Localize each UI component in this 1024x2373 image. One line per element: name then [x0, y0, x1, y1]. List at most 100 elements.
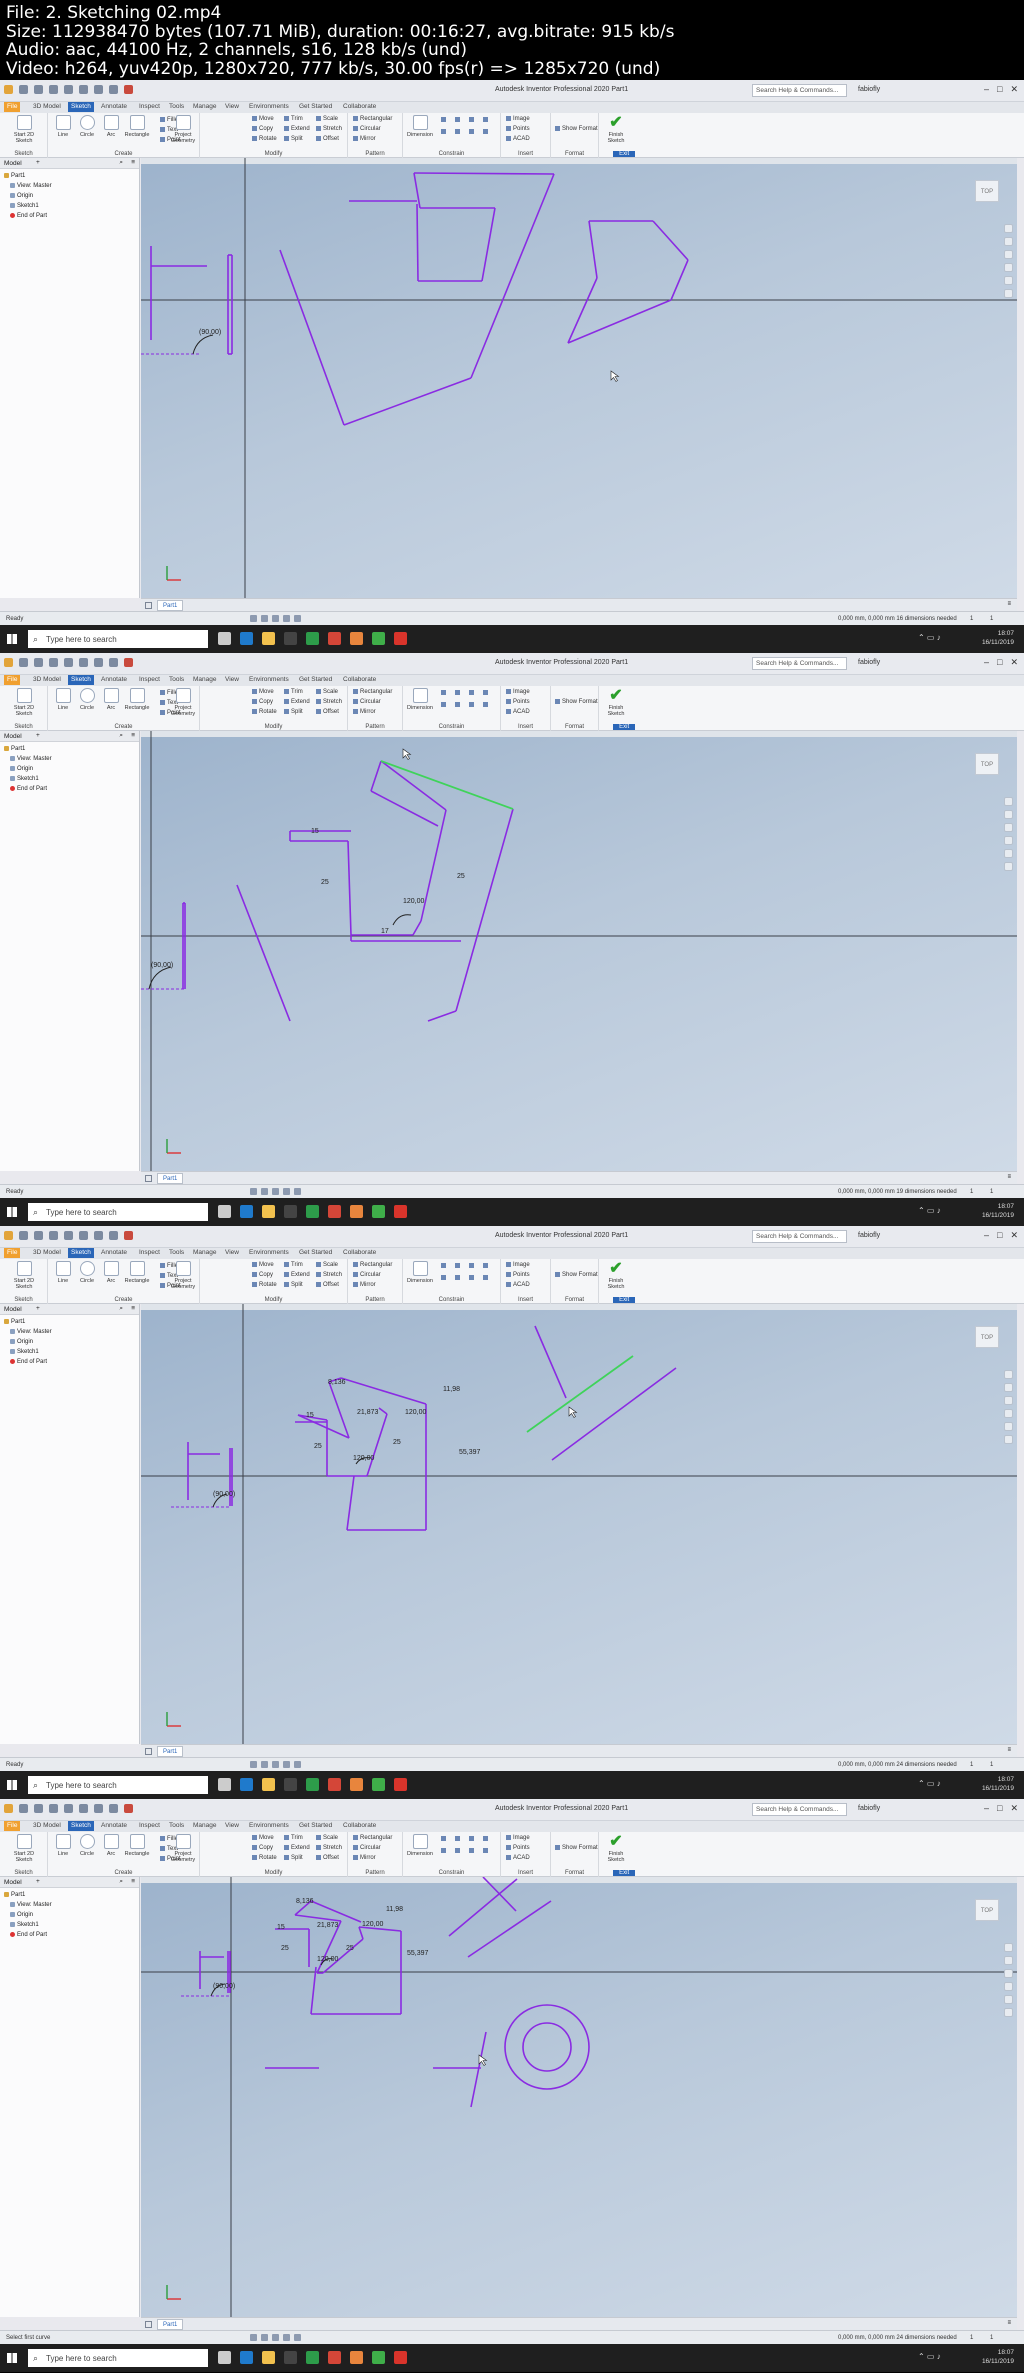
orbit-icon[interactable]	[1004, 836, 1013, 845]
windows-start-icon[interactable]	[7, 2353, 17, 2363]
stretch-button[interactable]: Stretch	[316, 699, 342, 705]
rotate-button[interactable]: Rotate	[252, 709, 277, 715]
tab-environments[interactable]: Environments	[246, 1822, 292, 1829]
constraint-collinear-icon[interactable]	[441, 1275, 448, 1281]
tab-annotate[interactable]: Annotate	[98, 676, 130, 683]
taskbar-clock[interactable]: 18:07 16/11/2019	[966, 629, 1014, 647]
sketch-line[interactable]	[366, 1413, 388, 1477]
angle-dimension-arc[interactable]	[148, 966, 172, 990]
split-button[interactable]: Split	[284, 709, 303, 715]
constraint-perpendicular-icon[interactable]	[455, 1275, 462, 1281]
steering-wheel-icon[interactable]	[1004, 224, 1013, 233]
sketch-line[interactable]	[413, 172, 555, 175]
tab-3d-model[interactable]: 3D Model	[30, 676, 64, 683]
arc-button[interactable]: Arc	[98, 115, 124, 138]
dimension-label[interactable]: (90,00)	[199, 329, 221, 336]
tab-menu-icon[interactable]: ≡	[1007, 1747, 1011, 1753]
navbar-menu-icon[interactable]	[1004, 2008, 1013, 2017]
new-file-icon[interactable]	[19, 1804, 28, 1813]
taskbar-search-input[interactable]: ⌕ Type here to search	[28, 1203, 208, 1221]
tab-collaborate[interactable]: Collaborate	[340, 103, 379, 110]
taskbar-clock[interactable]: 18:07 16/11/2019	[966, 1775, 1014, 1793]
sketch-line[interactable]	[481, 207, 496, 282]
taskbar-app-icon-4[interactable]	[284, 632, 297, 645]
steering-wheel-icon[interactable]	[1004, 797, 1013, 806]
taskbar-app-icon-6[interactable]	[328, 1205, 341, 1218]
open-file-icon[interactable]	[34, 85, 43, 94]
insert-acad-button[interactable]: ACAD	[506, 1855, 530, 1861]
user-account[interactable]: fabiofly	[858, 1805, 880, 1812]
show-constraints-icon[interactable]	[261, 1188, 268, 1195]
taskbar-app-icon-9[interactable]	[394, 632, 407, 645]
save-icon[interactable]	[49, 1804, 58, 1813]
taskbar-search-input[interactable]: ⌕ Type here to search	[28, 630, 208, 648]
taskbar-clock[interactable]: 18:07 16/11/2019	[966, 2348, 1014, 2366]
copy-button[interactable]: Copy	[252, 699, 273, 705]
browser-node-view[interactable]: View: Master	[4, 754, 135, 764]
help-search-input[interactable]: Search Help & Commands...	[752, 1803, 847, 1816]
highlighted-sketch-line[interactable]	[526, 1355, 634, 1433]
tab-annotate[interactable]: Annotate	[98, 1249, 130, 1256]
sketch-canvas[interactable]: (90,00) 8,136 21,873 15 25 25 120,00 11,98 120,0…	[141, 1304, 1017, 1744]
sketch-status-icon[interactable]	[283, 1188, 290, 1195]
stretch-button[interactable]: Stretch	[316, 126, 342, 132]
scale-button[interactable]: Scale	[316, 1835, 338, 1841]
start-sketch-button[interactable]: Start 2D Sketch	[11, 1834, 37, 1863]
tab-menu-icon[interactable]: ≡	[1007, 1174, 1011, 1180]
dimension-label[interactable]: 25	[321, 879, 329, 886]
trim-button[interactable]: Trim	[284, 1835, 303, 1841]
dimension-button[interactable]: Dimension	[405, 1834, 435, 1857]
show-format-button[interactable]: Show Format	[555, 126, 598, 132]
grid-snap-icon[interactable]	[250, 2334, 257, 2341]
sketch-line[interactable]	[279, 249, 345, 426]
sketch-line[interactable]	[294, 1914, 342, 1922]
pan-icon[interactable]	[1004, 237, 1013, 246]
arc-button[interactable]: Arc	[98, 1834, 124, 1857]
navbar-menu-icon[interactable]	[1004, 289, 1013, 298]
inventor-logo-icon[interactable]	[4, 658, 13, 667]
line-button[interactable]: Line	[50, 1261, 76, 1284]
dimension-button[interactable]: Dimension	[405, 1261, 435, 1284]
open-file-icon[interactable]	[34, 1231, 43, 1240]
taskbar-app-icon-9[interactable]	[394, 1778, 407, 1791]
constraint-perpendicular-icon[interactable]	[455, 1848, 462, 1854]
sketch-line[interactable]	[412, 920, 422, 936]
browser-node-view[interactable]: View: Master	[4, 1327, 135, 1337]
offset-button[interactable]: Offset	[316, 1282, 339, 1288]
show-dof-icon[interactable]	[272, 1188, 279, 1195]
sketch-line[interactable]	[236, 884, 291, 1022]
constraint-perpendicular-icon[interactable]	[455, 129, 462, 135]
project-geometry-button[interactable]: Project Geometry	[168, 688, 198, 717]
graphics-viewport[interactable]: (90,00) 8,136 21,873 15 25 25 120,00 11,98 120,0…	[141, 1304, 1017, 1744]
tab-3d-model[interactable]: 3D Model	[30, 1822, 64, 1829]
sketch-line[interactable]	[670, 259, 689, 301]
close-button[interactable]: ✕	[1010, 657, 1018, 668]
sketch-canvas[interactable]: (90,00)	[141, 158, 1017, 598]
undo-icon[interactable]	[64, 1231, 73, 1240]
dimension-label[interactable]: 11,98	[386, 1906, 403, 1913]
navbar-menu-icon[interactable]	[1004, 862, 1013, 871]
line-button[interactable]: Line	[50, 688, 76, 711]
browser-node-view[interactable]: View: Master	[4, 181, 135, 191]
tab-collaborate[interactable]: Collaborate	[340, 676, 379, 683]
constraint-parallel-icon[interactable]	[455, 117, 462, 123]
finish-sketch-button[interactable]: ✔ Finish Sketch	[603, 115, 629, 145]
sketch-line[interactable]	[588, 220, 598, 279]
insert-points-button[interactable]: Points	[506, 126, 530, 132]
mirror-button[interactable]: Mirror	[353, 136, 376, 142]
material-dropdown-icon[interactable]	[94, 1804, 103, 1813]
split-button[interactable]: Split	[284, 1282, 303, 1288]
finish-sketch-button[interactable]: ✔ Finish Sketch	[603, 1834, 629, 1864]
project-geometry-button[interactable]: Project Geometry	[168, 115, 198, 144]
tab-inspect[interactable]: Inspect	[136, 103, 163, 110]
rotate-button[interactable]: Rotate	[252, 1855, 277, 1861]
pan-icon[interactable]	[1004, 1383, 1013, 1392]
taskbar-app-icon-9[interactable]	[394, 2351, 407, 2364]
tab-manage[interactable]: Manage	[190, 103, 220, 110]
rectangular-pattern-button[interactable]: Rectangular	[353, 1835, 392, 1841]
mirror-button[interactable]: Mirror	[353, 1855, 376, 1861]
redo-icon[interactable]	[79, 1804, 88, 1813]
new-file-icon[interactable]	[19, 1231, 28, 1240]
start-sketch-button[interactable]: Start 2D Sketch	[11, 688, 37, 717]
constraint-fix-icon[interactable]	[483, 690, 490, 696]
